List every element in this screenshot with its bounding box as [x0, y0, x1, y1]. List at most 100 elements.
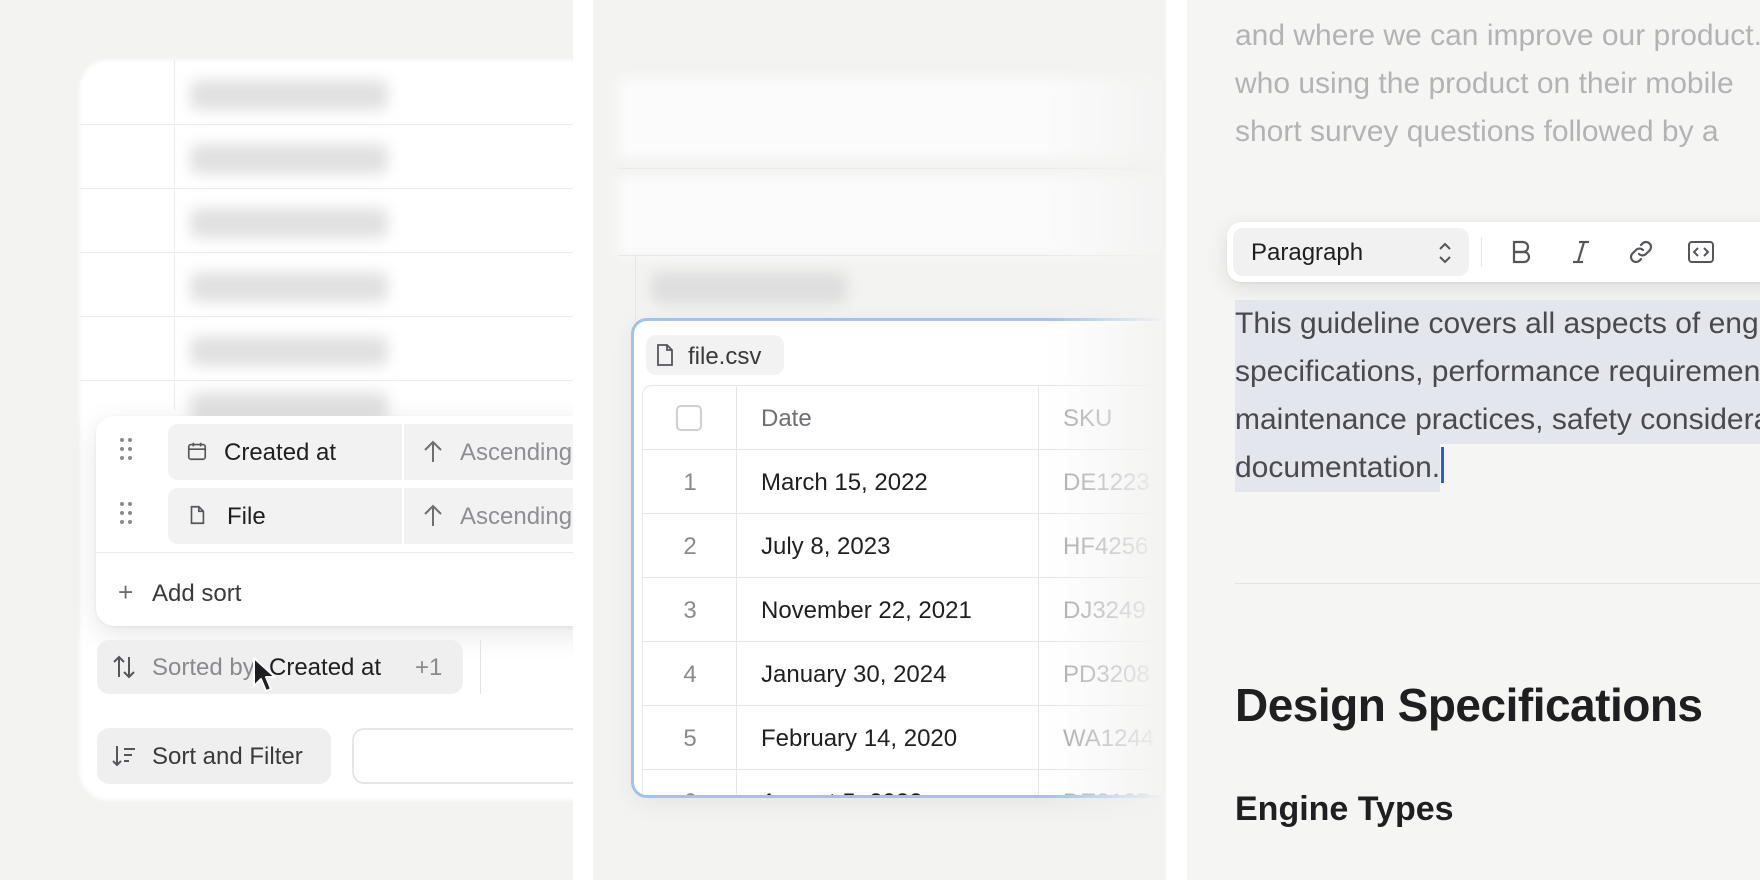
row-number: 2 — [683, 533, 697, 560]
blurred-cell — [651, 272, 847, 304]
column-header-label: Date — [761, 405, 812, 432]
column-header-sku[interactable]: SKU — [1039, 386, 1166, 450]
text-line: and where we can improve our product. — [1235, 19, 1760, 52]
csv-table: Date SKU 1 March 15, 2022 DE1223 2 July … — [642, 385, 1166, 795]
grid-divider — [80, 316, 573, 317]
file-icon — [657, 344, 673, 366]
sort-field-select[interactable]: Created at — [168, 424, 402, 480]
blurred-cell — [190, 208, 388, 238]
sort-and-filter-button[interactable]: Sort and Filter — [97, 728, 331, 784]
select-all-checkbox[interactable] — [676, 405, 702, 431]
drag-handle-icon[interactable] — [120, 438, 134, 462]
blurred-row — [618, 176, 1166, 256]
sort-field-label: Created at — [224, 439, 337, 466]
file-icon — [190, 505, 205, 525]
drag-handle-icon[interactable] — [120, 502, 134, 526]
table-row[interactable]: 6 August 5, 2022 DE3127 — [643, 770, 1166, 795]
chevron-up-down-icon — [1439, 242, 1451, 264]
text-line: This guideline covers all aspects of eng… — [1235, 300, 1760, 348]
block-type-select[interactable]: Paragraph — [1233, 228, 1469, 276]
bold-icon[interactable] — [1505, 236, 1537, 268]
sort-rule: Created at Ascending — [96, 424, 573, 480]
csv-file-block[interactable]: file.csv Date SKU 1 March 15, 2022 DE122… — [631, 318, 1166, 798]
link-icon[interactable] — [1625, 236, 1657, 268]
sort-direction-label: Ascending — [460, 503, 573, 530]
sku-cell: HF4256 — [1063, 533, 1149, 560]
grid-divider — [80, 188, 573, 189]
sku-cell: WA1244 — [1063, 725, 1155, 752]
blurred-cell — [190, 336, 388, 366]
sku-cell: PD3208 — [1063, 661, 1150, 688]
column-header-date[interactable]: Date — [737, 386, 1039, 450]
code-icon[interactable] — [1685, 236, 1717, 268]
heading-1[interactable]: Design Specifications — [1235, 678, 1703, 732]
divider — [635, 255, 636, 320]
row-number: 4 — [683, 661, 697, 688]
date-cell: March 15, 2022 — [761, 469, 928, 496]
mouse-cursor-icon — [253, 657, 276, 692]
row-number: 6 — [643, 789, 737, 795]
date-cell: August 5, 2022 — [761, 789, 922, 795]
table-row[interactable]: 5 February 14, 2020 WA1244 — [643, 706, 1166, 770]
sorted-by-button[interactable]: Sorted by Created at +1 — [97, 640, 463, 694]
sku-cell: DE1223 — [1063, 469, 1150, 496]
divider — [96, 552, 573, 553]
formatting-toolbar: Paragraph — [1227, 222, 1760, 282]
sort-field-label: File — [227, 503, 266, 530]
blurred-cell — [190, 272, 388, 302]
table-row[interactable]: 1 March 15, 2022 DE1223 — [643, 450, 1166, 514]
horizontal-rule — [1235, 583, 1760, 584]
divider — [618, 255, 1166, 256]
column-header-label: SKU — [1063, 405, 1113, 432]
selected-paragraph[interactable]: This guideline covers all aspects of eng… — [1235, 300, 1760, 492]
panel-gap — [1166, 0, 1187, 880]
sorted-by-field: Created at — [269, 654, 382, 681]
panel-gap — [573, 0, 593, 880]
row-number: 1 — [683, 469, 697, 496]
plus-icon: + — [118, 577, 134, 607]
sort-count-badge: +1 — [415, 654, 443, 681]
table-row[interactable]: 3 November 22, 2021 DJ3249 — [643, 578, 1166, 642]
grid-divider — [80, 380, 573, 381]
sku-cell: DE3127 — [1063, 789, 1150, 795]
italic-icon[interactable] — [1565, 236, 1597, 268]
blurred-row — [618, 78, 1166, 158]
sort-field-select[interactable]: File — [168, 488, 402, 544]
row-number: 3 — [683, 597, 697, 624]
csv-embed-panel: file.csv Date SKU 1 March 15, 2022 DE122… — [593, 0, 1166, 880]
table-row[interactable]: 2 July 8, 2023 HF4256 — [643, 514, 1166, 578]
sort-rule: File Ascending — [96, 488, 573, 544]
faded-paragraph: and where we can improve our product. wh… — [1235, 12, 1760, 156]
text-line: specifications, performance requirements… — [1235, 348, 1760, 396]
text-line: short survey questions followed by a — [1235, 115, 1719, 148]
text-line: who using the product on their mobile — [1235, 67, 1734, 100]
table-header-row: Date SKU — [643, 386, 1166, 450]
grid-divider — [174, 60, 175, 410]
block-type-label: Paragraph — [1251, 239, 1364, 266]
editor-panel: and where we can improve our product. wh… — [1187, 0, 1760, 880]
date-cell: January 30, 2024 — [761, 661, 947, 688]
table-row[interactable]: 4 January 30, 2024 PD3208 — [643, 642, 1166, 706]
date-cell: February 14, 2020 — [761, 725, 958, 752]
sort-direction-select[interactable]: Ascending — [404, 488, 573, 544]
sku-cell: DJ3249 — [1063, 597, 1146, 624]
file-tag[interactable]: file.csv — [646, 335, 784, 375]
row-number: 5 — [683, 725, 697, 752]
sort-popover: Created at Ascending File Ascending + Ad… — [96, 416, 573, 626]
date-cell: July 8, 2023 — [761, 533, 891, 560]
date-cell: November 22, 2021 — [761, 597, 972, 624]
sort-demo-panel: Created at Ascending File Ascending + Ad… — [0, 0, 573, 880]
file-name: file.csv — [688, 343, 762, 370]
sort-list-icon — [112, 746, 135, 767]
add-sort-label: Add sort — [152, 580, 242, 607]
arrow-up-icon — [424, 440, 442, 462]
arrow-up-icon — [424, 504, 442, 526]
sort-direction-select[interactable]: Ascending — [404, 424, 573, 480]
grid-divider — [80, 124, 573, 125]
text-caret — [1441, 447, 1445, 483]
text-line: documentation. — [1235, 444, 1441, 492]
divider — [480, 640, 481, 694]
heading-2[interactable]: Engine Types — [1235, 790, 1454, 829]
search-input[interactable] — [352, 728, 573, 784]
grid-divider — [80, 252, 573, 253]
